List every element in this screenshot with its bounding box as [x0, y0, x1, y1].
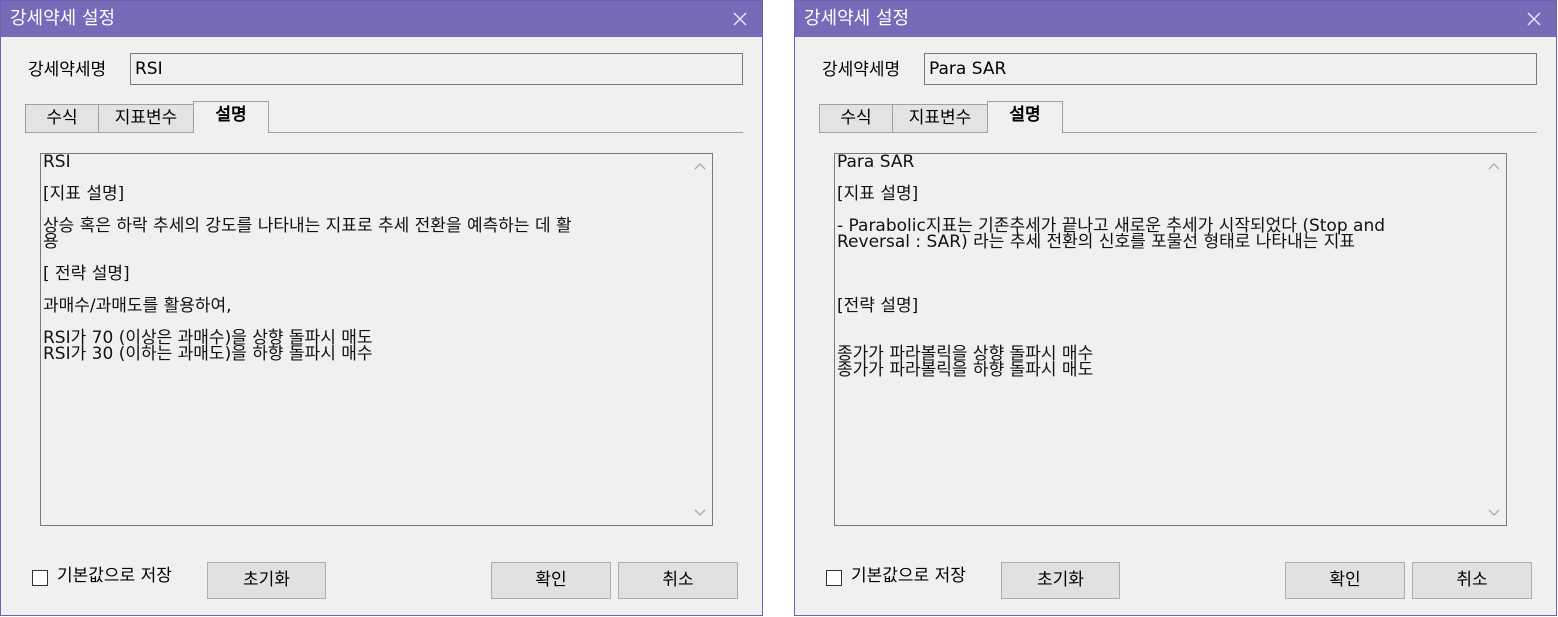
description-line: 과매수/과매도를 활용하여,	[43, 296, 232, 316]
description-line: [ 전략 설명]	[43, 264, 130, 284]
description-line: 종가가 파라볼릭을 하향 돌파시 매도	[837, 360, 1094, 380]
description-text: Para SAR [지표 설명] - Parabolic지표는 기존추세가 끝나고 …	[837, 152, 1477, 380]
tab-description[interactable]: 설명	[987, 101, 1063, 133]
chevron-up-icon[interactable]	[693, 160, 707, 174]
title-bar[interactable]: 강세약세 설정	[1, 1, 762, 37]
description-line: 용	[43, 232, 59, 252]
window-title: 강세약세 설정	[10, 8, 116, 29]
tab-divider	[25, 132, 743, 133]
description-line: [지표 설명]	[43, 184, 125, 204]
description-line	[837, 282, 1477, 298]
save-default-checkbox[interactable]	[32, 570, 48, 586]
name-input[interactable]	[924, 53, 1537, 85]
description-line	[43, 170, 683, 186]
vertical-scrollbar[interactable]	[1482, 154, 1506, 525]
description-text: RSI [지표 설명] 상승 혹은 하락 추세의 강도를 나타내는 지표로 추세 전…	[43, 152, 683, 364]
save-default-label: 기본값으로 저장	[57, 566, 172, 586]
vertical-scrollbar[interactable]	[688, 154, 712, 525]
save-default-checkbox[interactable]	[826, 570, 842, 586]
description-textarea[interactable]: RSI [지표 설명] 상승 혹은 하락 추세의 강도를 나타내는 지표로 추세 전…	[40, 153, 713, 526]
tab-formula[interactable]: 수식	[819, 104, 893, 132]
description-line	[43, 250, 683, 266]
cancel-button[interactable]: 취소	[618, 562, 738, 599]
ok-button[interactable]: 확인	[1285, 562, 1405, 599]
description-line: Reversal : SAR) 라는 추세 전환의 신호를 포물선 형태로 나타…	[837, 232, 1356, 252]
description-line	[837, 266, 1477, 282]
description-line: RSI가 30 (이하는 과매도)을 하향 돌파시 매수	[43, 344, 373, 364]
title-bar[interactable]: 강세약세 설정	[795, 1, 1556, 37]
tab-formula[interactable]: 수식	[25, 104, 99, 132]
tab-description[interactable]: 설명	[193, 101, 269, 133]
tab-indicator-variables[interactable]: 지표변수	[98, 104, 194, 132]
description-textarea[interactable]: Para SAR [지표 설명] - Parabolic지표는 기존추세가 끝나고 …	[834, 153, 1507, 526]
window-title: 강세약세 설정	[804, 8, 910, 29]
tab-indicator-variables[interactable]: 지표변수	[892, 104, 988, 132]
dialog-rsi: 강세약세 설정 강세약세명 수식 지표변수 설명 RSI [지표 설명] 상승 혹은…	[0, 0, 763, 616]
description-line: Para SAR	[837, 152, 915, 172]
cancel-button[interactable]: 취소	[1412, 562, 1532, 599]
name-input[interactable]	[130, 53, 743, 85]
name-label: 강세약세명	[28, 60, 107, 80]
description-line	[837, 314, 1477, 330]
chevron-down-icon[interactable]	[693, 505, 707, 519]
reset-button[interactable]: 초기화	[207, 562, 326, 599]
description-line: RSI	[43, 152, 71, 172]
tab-divider	[819, 132, 1537, 133]
description-line	[837, 170, 1477, 186]
chevron-down-icon[interactable]	[1487, 505, 1501, 519]
close-icon[interactable]	[1522, 7, 1546, 31]
description-line: [전략 설명]	[837, 296, 919, 316]
dialog-para-sar: 강세약세 설정 강세약세명 수식 지표변수 설명 Para SAR [지표 설명]…	[794, 0, 1557, 616]
description-line: [지표 설명]	[837, 184, 919, 204]
reset-button[interactable]: 초기화	[1001, 562, 1120, 599]
ok-button[interactable]: 확인	[491, 562, 611, 599]
name-label: 강세약세명	[822, 60, 901, 80]
save-default-label: 기본값으로 저장	[851, 566, 966, 586]
close-icon[interactable]	[728, 7, 752, 31]
chevron-up-icon[interactable]	[1487, 160, 1501, 174]
description-line	[837, 250, 1477, 266]
description-line: 상승 혹은 하락 추세의 강도를 나타내는 지표로 추세 전환을 예측하는 데 …	[43, 216, 572, 236]
